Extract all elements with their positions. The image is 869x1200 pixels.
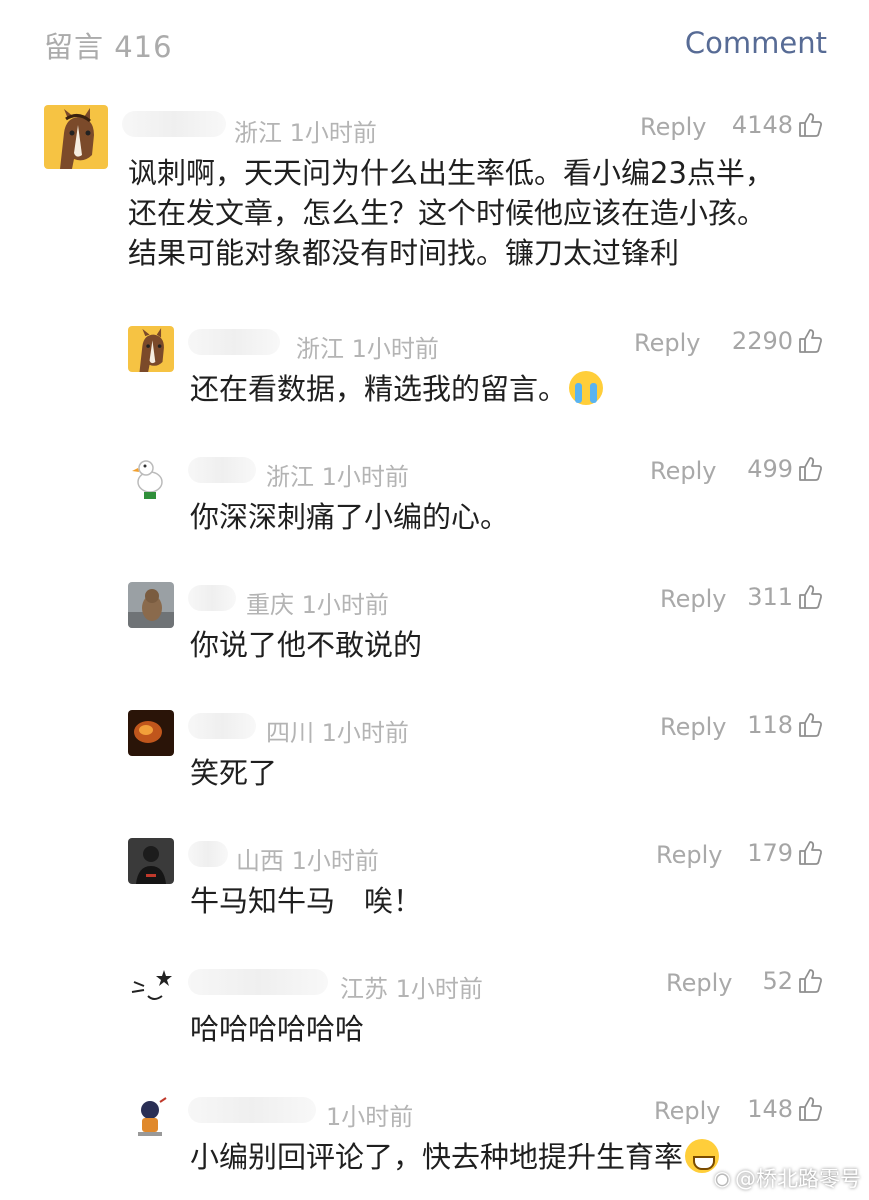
- like-count: 4148: [731, 111, 793, 139]
- like-count: 311: [747, 583, 793, 611]
- comment-text: 还在看数据，精选我的留言。: [190, 369, 604, 409]
- comment-text-line: 讽刺啊，天天问为什么出生率低。看小编23点半，: [128, 156, 774, 190]
- horse-avatar-icon: [44, 105, 108, 169]
- reply-button[interactable]: Reply: [634, 329, 700, 357]
- reply-button[interactable]: Reply: [650, 457, 716, 485]
- thumbs-up-icon: [799, 969, 822, 993]
- comment-location: 江苏: [340, 975, 388, 1003]
- like-button[interactable]: 148: [747, 1095, 823, 1123]
- thumbs-up-icon: [799, 713, 822, 737]
- watermark: ◉ @桥北路零号: [714, 1163, 861, 1193]
- like-count: 499: [747, 455, 793, 483]
- comment-time: 1小时前: [326, 1103, 414, 1131]
- username-blurred: [122, 111, 226, 137]
- like-button[interactable]: 118: [747, 711, 823, 739]
- like-count: 2290: [731, 327, 793, 355]
- watermark-text: @桥北路零号: [735, 1167, 861, 1191]
- thumbs-up-icon: [799, 329, 822, 353]
- comment-time: 1小时前: [291, 847, 379, 875]
- username-blurred: [188, 329, 280, 355]
- username-blurred: [188, 841, 228, 867]
- avatar[interactable]: [44, 105, 108, 169]
- fire-photo-avatar-icon: [128, 710, 174, 756]
- avatar[interactable]: [128, 1094, 174, 1140]
- like-button[interactable]: 2290: [732, 327, 823, 355]
- cat-photo-avatar-icon: [128, 582, 174, 628]
- comment-location: 四川: [266, 719, 314, 747]
- reply-button[interactable]: Reply: [640, 113, 706, 141]
- username-blurred: [188, 585, 236, 611]
- like-count: 118: [747, 711, 793, 739]
- comment-meta: 浙江 1小时前: [234, 113, 377, 148]
- crying-emoji-icon: [569, 371, 604, 405]
- comment-count-title: 留言 416: [44, 30, 173, 64]
- like-button[interactable]: 179: [747, 839, 823, 867]
- comments-page: 留言 416 Comment 浙江 1小时前 Reply 4148 讽刺啊，天天…: [0, 0, 869, 1200]
- duck-avatar-icon: [128, 454, 174, 500]
- comment-text-line: 结果可能对象都没有时间找。镰刀太过锋利: [128, 236, 680, 270]
- doodle-avatar-icon: [128, 966, 174, 1012]
- comment-time: 1小时前: [289, 119, 377, 147]
- like-button[interactable]: 52: [762, 967, 823, 995]
- reply-button[interactable]: Reply: [660, 585, 726, 613]
- comment-text: 你深深刺痛了小编的心。: [190, 500, 510, 534]
- like-count: 179: [747, 839, 793, 867]
- avatar[interactable]: [128, 966, 174, 1012]
- thumbs-up-icon: [799, 841, 822, 865]
- comment-meta: 浙江 1小时前: [296, 329, 439, 364]
- comment-text: 哈哈哈哈哈哈: [190, 1012, 365, 1046]
- comment-meta: 1小时前: [326, 1097, 413, 1132]
- reply-button[interactable]: Reply: [654, 1097, 720, 1125]
- comment-time: 1小时前: [395, 975, 483, 1003]
- comment-text: 小编别回评论了，快去种地提升生育率: [190, 1137, 720, 1177]
- thumbs-up-icon: [799, 457, 822, 481]
- write-comment-button[interactable]: Comment: [685, 26, 827, 60]
- comment-meta: 浙江 1小时前: [266, 457, 409, 492]
- comment-meta: 山西 1小时前: [236, 841, 379, 876]
- reply-button[interactable]: Reply: [656, 841, 722, 869]
- avatar[interactable]: [128, 838, 174, 884]
- comment-text-line: 还在发文章，怎么生？这个时候他应该在造小孩。: [128, 196, 767, 230]
- weibo-icon: ◉: [713, 1166, 731, 1190]
- like-count: 52: [762, 967, 793, 995]
- comment-time: 1小时前: [301, 591, 389, 619]
- comment-location: 重庆: [246, 591, 294, 619]
- comment-meta: 重庆 1小时前: [246, 585, 389, 620]
- thumbs-up-icon: [799, 585, 822, 609]
- comment-location: 浙江: [296, 335, 344, 363]
- comment-location: 浙江: [266, 463, 314, 491]
- comment-location: 山西: [236, 847, 284, 875]
- like-button[interactable]: 4148: [732, 111, 823, 139]
- comment-text: 牛马知牛马 唉！: [190, 884, 423, 918]
- avatar[interactable]: [128, 454, 174, 500]
- thumbs-up-icon: [799, 1097, 822, 1121]
- comment-time: 1小时前: [321, 463, 409, 491]
- like-button[interactable]: 311: [747, 583, 823, 611]
- horse-avatar-icon: [128, 326, 174, 372]
- username-blurred: [188, 713, 256, 739]
- avatar[interactable]: [128, 582, 174, 628]
- reply-button[interactable]: Reply: [660, 713, 726, 741]
- astronaut-avatar-icon: [128, 1094, 174, 1140]
- username-blurred: [188, 969, 328, 995]
- comment-time: 1小时前: [351, 335, 439, 363]
- comment-meta: 江苏 1小时前: [340, 969, 483, 1004]
- like-count: 148: [747, 1095, 793, 1123]
- username-blurred: [188, 1097, 316, 1123]
- username-blurred: [188, 457, 256, 483]
- reply-button[interactable]: Reply: [666, 969, 732, 997]
- like-button[interactable]: 499: [747, 455, 823, 483]
- avatar[interactable]: [128, 326, 174, 372]
- comment-meta: 四川 1小时前: [266, 713, 409, 748]
- comments-header: 留言 416 Comment: [0, 0, 869, 90]
- avatar[interactable]: [128, 710, 174, 756]
- thumbs-up-icon: [799, 113, 822, 137]
- person-photo-avatar-icon: [128, 838, 174, 884]
- comment-time: 1小时前: [321, 719, 409, 747]
- comment-text: 讽刺啊，天天问为什么出生率低。看小编23点半， 还在发文章，怎么生？这个时候他应…: [128, 153, 774, 273]
- comment-text: 笑死了: [190, 756, 278, 790]
- comment-location: 浙江: [234, 119, 282, 147]
- comment-text: 你说了他不敢说的: [190, 628, 423, 662]
